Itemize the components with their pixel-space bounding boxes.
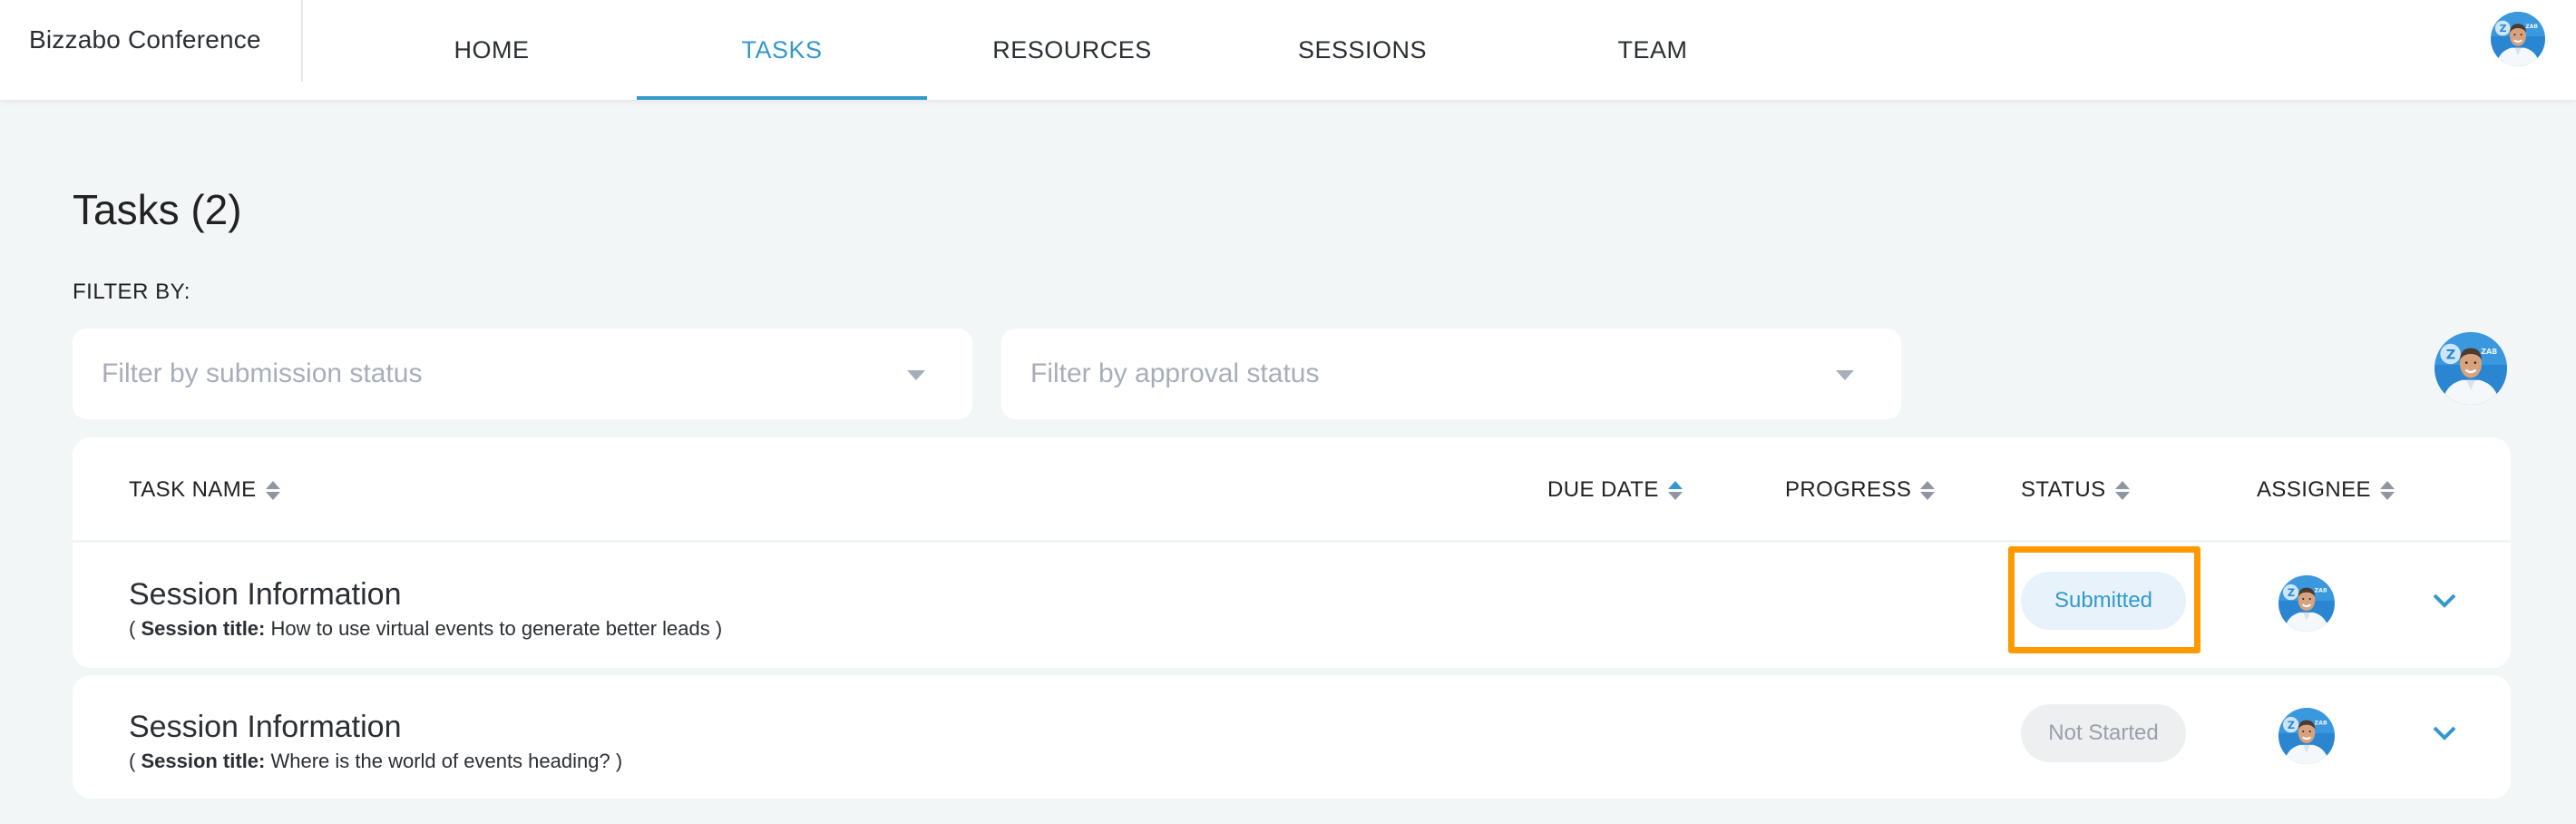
sort-icon (265, 480, 280, 500)
main-nav: HOME TASKS RESOURCES SESSIONS TEAM (346, 0, 1798, 100)
status-badge: Submitted (2021, 572, 2186, 630)
dropdown-caret-icon (907, 370, 925, 380)
column-label: TASK NAME (129, 477, 257, 502)
column-header-assignee[interactable]: ASSIGNEE (2257, 477, 2395, 503)
tab-tasks[interactable]: TASKS (637, 0, 927, 100)
paren-open: ( (129, 750, 141, 772)
submission-status-placeholder: Filter by submission status (102, 358, 423, 388)
chevron-down-icon[interactable] (2431, 590, 2458, 612)
paren-open: ( (129, 617, 141, 640)
session-title-value: Where is the world of events heading? ) (265, 750, 623, 772)
tab-resources[interactable]: RESOURCES (927, 0, 1217, 100)
assignee-filter-avatar[interactable] (2435, 332, 2507, 405)
table-row[interactable]: Session Information ( Session title: How… (73, 543, 2511, 666)
status-badge: Not Started (2021, 704, 2186, 762)
tab-team[interactable]: TEAM (1508, 0, 1798, 100)
column-label: DUE DATE (1547, 477, 1659, 502)
page-title: Tasks (2) (73, 186, 242, 233)
session-title-value: How to use virtual events to generate be… (265, 617, 723, 640)
column-label: STATUS (2021, 477, 2106, 502)
column-label: PROGRESS (1785, 477, 1912, 502)
user-photo-icon (2278, 575, 2335, 632)
submission-status-filter[interactable]: Filter by submission status (73, 329, 972, 419)
user-photo-icon (2278, 708, 2335, 764)
assignee-avatar[interactable] (2278, 575, 2335, 632)
column-header-progress[interactable]: PROGRESS (1785, 477, 1936, 503)
task-name[interactable]: Session Information (129, 710, 402, 745)
approval-status-filter[interactable]: Filter by approval status (1001, 329, 1901, 419)
column-label: ASSIGNEE (2257, 477, 2371, 502)
column-header-status[interactable]: STATUS (2021, 477, 2130, 503)
user-photo-icon (2491, 12, 2545, 66)
sort-icon (1920, 480, 1936, 500)
user-profile-avatar[interactable] (2491, 12, 2545, 66)
session-title-label: Session title: (141, 617, 266, 640)
sort-icon (2379, 480, 2395, 500)
header-divider (301, 0, 303, 82)
column-header-task-name[interactable]: TASK NAME (129, 477, 280, 503)
dropdown-caret-icon (1836, 370, 1854, 380)
assignee-avatar[interactable] (2278, 708, 2335, 764)
filter-by-label: FILTER BY: (73, 280, 190, 304)
table-header: TASK NAME DUE DATE PROGRESS STATUS ASSIG… (73, 437, 2511, 543)
task-name[interactable]: Session Information (129, 577, 402, 613)
column-header-due-date[interactable]: DUE DATE (1547, 477, 1683, 503)
table-row[interactable]: Session Information ( Session title: Whe… (73, 675, 2511, 799)
task-session-title: ( Session title: Where is the world of e… (129, 750, 622, 773)
sort-ascending-icon (1667, 480, 1683, 500)
task-session-title: ( Session title: How to use virtual even… (129, 617, 722, 641)
tab-sessions[interactable]: SESSIONS (1217, 0, 1508, 100)
sort-icon (2114, 480, 2130, 500)
session-title-label: Session title: (141, 750, 266, 772)
top-navigation-bar: Bizzabo Conference HOME TASKS RESOURCES … (0, 0, 2576, 100)
tab-home[interactable]: HOME (346, 0, 637, 100)
event-brand-name[interactable]: Bizzabo Conference (29, 25, 261, 54)
chevron-down-icon[interactable] (2431, 722, 2458, 744)
approval-status-placeholder: Filter by approval status (1030, 358, 1320, 388)
user-photo-icon (2435, 332, 2507, 405)
